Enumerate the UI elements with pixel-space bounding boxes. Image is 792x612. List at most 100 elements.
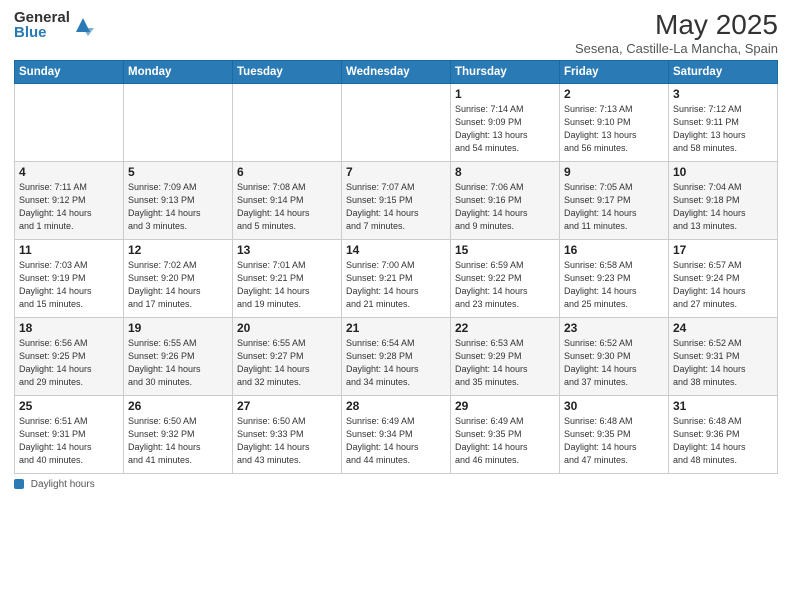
day-cell: 17 Sunrise: 6:57 AM Sunset: 9:24 PM Dayli… bbox=[669, 239, 778, 317]
page: General Blue May 2025 Sesena, Castille-L… bbox=[0, 0, 792, 612]
day-number: 6 bbox=[237, 165, 337, 179]
day-number: 12 bbox=[128, 243, 228, 257]
day-cell: 19 Sunrise: 6:55 AM Sunset: 9:26 PM Dayli… bbox=[124, 317, 233, 395]
day-number: 24 bbox=[673, 321, 773, 335]
footer-label: Daylight hours bbox=[31, 479, 95, 490]
day-number: 29 bbox=[455, 399, 555, 413]
day-info: Sunrise: 6:51 AM Sunset: 9:31 PM Dayligh… bbox=[19, 415, 119, 467]
day-number: 8 bbox=[455, 165, 555, 179]
day-cell: 6Sunrise: 7:08 AM Sunset: 9:14 PM Daylig… bbox=[233, 161, 342, 239]
day-info: Sunrise: 7:07 AM Sunset: 9:15 PM Dayligh… bbox=[346, 181, 446, 233]
day-cell: 30 Sunrise: 6:48 AM Sunset: 9:35 PM Dayli… bbox=[560, 395, 669, 473]
day-info: Sunrise: 7:05 AM Sunset: 9:17 PM Dayligh… bbox=[564, 181, 664, 233]
day-cell: 20 Sunrise: 6:55 AM Sunset: 9:27 PM Dayli… bbox=[233, 317, 342, 395]
week-row-2: 4 Sunrise: 7:11 AM Sunset: 9:12 PM Daylig… bbox=[15, 161, 778, 239]
day-number: 15 bbox=[455, 243, 555, 257]
day-number: 23 bbox=[564, 321, 664, 335]
day-cell bbox=[15, 83, 124, 161]
day-info: Sunrise: 6:50 AM Sunset: 9:32 PM Dayligh… bbox=[128, 415, 228, 467]
day-cell: 27Sunrise: 6:50 AM Sunset: 9:33 PM Dayli… bbox=[233, 395, 342, 473]
day-info: Sunrise: 6:54 AM Sunset: 9:28 PM Dayligh… bbox=[346, 337, 446, 389]
day-number: 11 bbox=[19, 243, 119, 257]
col-header-tuesday: Tuesday bbox=[233, 60, 342, 83]
day-number: 3 bbox=[673, 87, 773, 101]
day-number: 30 bbox=[564, 399, 664, 413]
day-info: Sunrise: 6:52 AM Sunset: 9:31 PM Dayligh… bbox=[673, 337, 773, 389]
day-info: Sunrise: 6:58 AM Sunset: 9:23 PM Dayligh… bbox=[564, 259, 664, 311]
week-row-5: 25 Sunrise: 6:51 AM Sunset: 9:31 PM Dayli… bbox=[15, 395, 778, 473]
day-cell bbox=[124, 83, 233, 161]
day-cell: 12 Sunrise: 7:02 AM Sunset: 9:20 PM Dayli… bbox=[124, 239, 233, 317]
day-info: Sunrise: 7:04 AM Sunset: 9:18 PM Dayligh… bbox=[673, 181, 773, 233]
day-cell: 16 Sunrise: 6:58 AM Sunset: 9:23 PM Dayli… bbox=[560, 239, 669, 317]
logo-icon bbox=[72, 14, 94, 36]
day-cell bbox=[233, 83, 342, 161]
day-info: Sunrise: 7:03 AM Sunset: 9:19 PM Dayligh… bbox=[19, 259, 119, 311]
footer: Daylight hours bbox=[14, 479, 778, 490]
logo-text: General Blue bbox=[14, 10, 70, 40]
day-cell: 22Sunrise: 6:53 AM Sunset: 9:29 PM Dayli… bbox=[451, 317, 560, 395]
day-number: 14 bbox=[346, 243, 446, 257]
day-cell: 23Sunrise: 6:52 AM Sunset: 9:30 PM Dayli… bbox=[560, 317, 669, 395]
day-number: 13 bbox=[237, 243, 337, 257]
main-title: May 2025 bbox=[575, 10, 778, 41]
day-number: 17 bbox=[673, 243, 773, 257]
day-info: Sunrise: 7:00 AM Sunset: 9:21 PM Dayligh… bbox=[346, 259, 446, 311]
day-cell: 13Sunrise: 7:01 AM Sunset: 9:21 PM Dayli… bbox=[233, 239, 342, 317]
day-number: 5 bbox=[128, 165, 228, 179]
day-info: Sunrise: 6:49 AM Sunset: 9:35 PM Dayligh… bbox=[455, 415, 555, 467]
day-info: Sunrise: 7:12 AM Sunset: 9:11 PM Dayligh… bbox=[673, 103, 773, 155]
day-info: Sunrise: 6:55 AM Sunset: 9:26 PM Dayligh… bbox=[128, 337, 228, 389]
day-cell: 3 Sunrise: 7:12 AM Sunset: 9:11 PM Daylig… bbox=[669, 83, 778, 161]
day-cell: 2 Sunrise: 7:13 AM Sunset: 9:10 PM Daylig… bbox=[560, 83, 669, 161]
day-number: 9 bbox=[564, 165, 664, 179]
day-cell: 24 Sunrise: 6:52 AM Sunset: 9:31 PM Dayli… bbox=[669, 317, 778, 395]
day-number: 31 bbox=[673, 399, 773, 413]
day-info: Sunrise: 6:55 AM Sunset: 9:27 PM Dayligh… bbox=[237, 337, 337, 389]
day-info: Sunrise: 7:13 AM Sunset: 9:10 PM Dayligh… bbox=[564, 103, 664, 155]
day-cell: 9 Sunrise: 7:05 AM Sunset: 9:17 PM Daylig… bbox=[560, 161, 669, 239]
day-info: Sunrise: 7:14 AM Sunset: 9:09 PM Dayligh… bbox=[455, 103, 555, 155]
day-info: Sunrise: 7:09 AM Sunset: 9:13 PM Dayligh… bbox=[128, 181, 228, 233]
day-cell: 7 Sunrise: 7:07 AM Sunset: 9:15 PM Daylig… bbox=[342, 161, 451, 239]
day-number: 2 bbox=[564, 87, 664, 101]
day-cell: 18 Sunrise: 6:56 AM Sunset: 9:25 PM Dayli… bbox=[15, 317, 124, 395]
day-info: Sunrise: 6:59 AM Sunset: 9:22 PM Dayligh… bbox=[455, 259, 555, 311]
calendar-table: SundayMondayTuesdayWednesdayThursdayFrid… bbox=[14, 60, 778, 474]
day-cell: 29 Sunrise: 6:49 AM Sunset: 9:35 PM Dayli… bbox=[451, 395, 560, 473]
day-number: 7 bbox=[346, 165, 446, 179]
day-info: Sunrise: 6:48 AM Sunset: 9:35 PM Dayligh… bbox=[564, 415, 664, 467]
logo: General Blue bbox=[14, 10, 94, 40]
day-number: 25 bbox=[19, 399, 119, 413]
day-number: 18 bbox=[19, 321, 119, 335]
day-number: 19 bbox=[128, 321, 228, 335]
day-number: 16 bbox=[564, 243, 664, 257]
day-cell: 11 Sunrise: 7:03 AM Sunset: 9:19 PM Dayli… bbox=[15, 239, 124, 317]
logo-blue: Blue bbox=[14, 25, 70, 40]
day-cell: 25 Sunrise: 6:51 AM Sunset: 9:31 PM Dayli… bbox=[15, 395, 124, 473]
day-number: 21 bbox=[346, 321, 446, 335]
col-header-wednesday: Wednesday bbox=[342, 60, 451, 83]
day-info: Sunrise: 7:06 AM Sunset: 9:16 PM Dayligh… bbox=[455, 181, 555, 233]
logo-general: General bbox=[14, 10, 70, 25]
title-block: May 2025 Sesena, Castille-La Mancha, Spa… bbox=[575, 10, 778, 56]
day-info: Sunrise: 7:02 AM Sunset: 9:20 PM Dayligh… bbox=[128, 259, 228, 311]
day-number: 4 bbox=[19, 165, 119, 179]
header-row: SundayMondayTuesdayWednesdayThursdayFrid… bbox=[15, 60, 778, 83]
day-info: Sunrise: 6:56 AM Sunset: 9:25 PM Dayligh… bbox=[19, 337, 119, 389]
day-cell: 15 Sunrise: 6:59 AM Sunset: 9:22 PM Dayli… bbox=[451, 239, 560, 317]
day-info: Sunrise: 6:50 AM Sunset: 9:33 PM Dayligh… bbox=[237, 415, 337, 467]
week-row-1: 1Sunrise: 7:14 AM Sunset: 9:09 PM Daylig… bbox=[15, 83, 778, 161]
day-cell: 10Sunrise: 7:04 AM Sunset: 9:18 PM Dayli… bbox=[669, 161, 778, 239]
day-cell: 31Sunrise: 6:48 AM Sunset: 9:36 PM Dayli… bbox=[669, 395, 778, 473]
col-header-monday: Monday bbox=[124, 60, 233, 83]
day-info: Sunrise: 7:11 AM Sunset: 9:12 PM Dayligh… bbox=[19, 181, 119, 233]
col-header-friday: Friday bbox=[560, 60, 669, 83]
subtitle: Sesena, Castille-La Mancha, Spain bbox=[575, 41, 778, 56]
day-number: 20 bbox=[237, 321, 337, 335]
day-number: 22 bbox=[455, 321, 555, 335]
day-info: Sunrise: 6:57 AM Sunset: 9:24 PM Dayligh… bbox=[673, 259, 773, 311]
col-header-thursday: Thursday bbox=[451, 60, 560, 83]
day-cell: 8 Sunrise: 7:06 AM Sunset: 9:16 PM Daylig… bbox=[451, 161, 560, 239]
day-cell: 4 Sunrise: 7:11 AM Sunset: 9:12 PM Daylig… bbox=[15, 161, 124, 239]
